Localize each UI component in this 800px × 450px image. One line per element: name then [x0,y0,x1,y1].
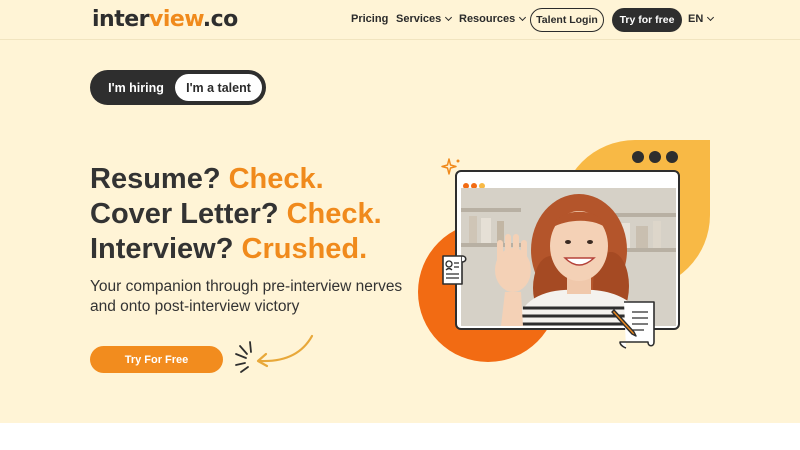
language-selector[interactable]: EN [688,13,715,25]
toggle-hiring-label: I'm hiring [108,80,164,95]
nav-services-label: Services [396,13,442,25]
headline-line-3: Interview? Crushed. [90,232,382,267]
logo-text-part2: view [149,7,203,32]
hero-subtext: Your companion through pre-interview ner… [90,278,403,315]
talent-login-label: Talent Login [536,14,598,26]
language-label: EN [688,13,704,25]
try-for-free-button[interactable]: Try for free [612,8,682,32]
window-dots-icon [632,150,683,168]
nav-resources-label: Resources [459,13,516,25]
chevron-down-icon [707,13,715,22]
talent-login-button[interactable]: Talent Login [530,8,604,32]
headline-resume: Resume? [90,163,229,195]
headline-check-2: Check. [286,198,382,230]
nav-pricing[interactable]: Pricing [351,13,388,25]
toggle-talent[interactable]: I'm a talent [175,74,262,101]
arrow-doodle-icon [235,334,314,373]
audience-toggle: I'm hiring I'm a talent [90,70,266,105]
logo-text-part3: .co [202,7,239,32]
nav-resources[interactable]: Resources [459,13,527,25]
headline-crushed: Crushed. [241,233,368,265]
headline-interview: Interview? [90,233,242,265]
nav-pricing-label: Pricing [351,13,389,25]
logo[interactable]: interview.co [92,7,238,32]
cta-label: Try For Free [124,353,189,366]
hero-headline: Resume? Check. Cover Letter? Check. Inte… [90,162,382,267]
chevron-down-icon [519,13,527,22]
headline-line-2: Cover Letter? Check. [90,197,382,232]
nav-services[interactable]: Services [396,13,453,25]
site-header: interview.co Pricing Services Resources … [0,0,800,40]
cover-letter-pencil-icon [611,301,655,349]
chevron-down-icon [445,13,453,22]
toggle-talent-label: I'm a talent [186,80,251,95]
try-for-free-label: Try for free [619,14,675,26]
headline-line-1: Resume? Check. [90,162,382,197]
logo-text-part1: inter [92,7,150,32]
resume-document-icon [442,255,467,285]
toggle-hiring[interactable]: I'm hiring [96,74,176,101]
headline-check-1: Check. [228,163,324,195]
try-for-free-cta-button[interactable]: Try For Free [90,346,223,373]
headline-cover-letter: Cover Letter? [90,198,287,230]
